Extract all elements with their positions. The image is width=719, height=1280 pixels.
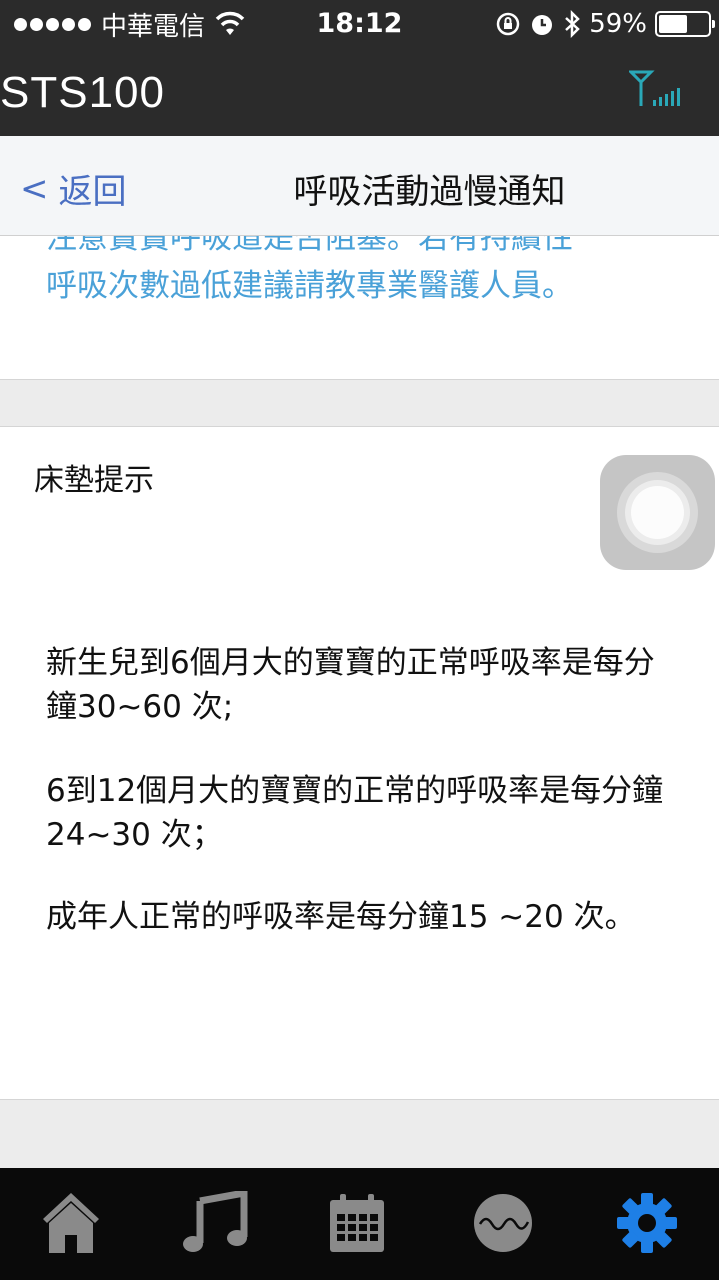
calendar-icon [330,1194,384,1252]
battery-icon [655,11,715,37]
status-bar: 中華電信 18:12 59% [0,0,719,48]
alert-card: 注意寶寶呼吸道是否阻塞。若有持續性 呼吸次數過低建議請教專業醫護人員。 [0,236,719,380]
antenna-signal-icon[interactable] [629,68,685,108]
gear-icon [617,1193,677,1253]
battery-fill [659,15,687,33]
page-title: 呼吸活動過慢通知 [293,172,566,212]
app-title: STS100 [0,68,165,117]
tab-music[interactable] [170,1178,260,1268]
tip-paragraph-newborn: 新生兒到6個月大的寶寶的正常呼吸率是每分鐘30~60 次; [46,645,655,725]
alert-text-line: 呼吸次數過低建議請教專業醫護人員。 [46,268,573,304]
alert-text-line-partial: 注意寶寶呼吸道是否阻塞。若有持續性 [46,236,573,256]
tips-label: 床墊提示 [34,463,154,498]
content-scroll[interactable]: 注意寶寶呼吸道是否阻塞。若有持續性 呼吸次數過低建議請教專業醫護人員。 床墊提示… [0,236,719,1168]
alert-text: 注意寶寶呼吸道是否阻塞。若有持續性 呼吸次數過低建議請教專業醫護人員。 [46,236,686,310]
tab-settings[interactable] [602,1178,692,1268]
battery-percent: 59% [589,9,647,39]
status-right: 59% [495,8,715,40]
wave-icon [474,1194,532,1252]
section-separator [0,380,719,426]
navigation-bar: < 返回 呼吸活動過慢通知 [0,136,719,236]
tab-bar [0,1168,719,1280]
music-icon [183,1191,248,1252]
rotation-lock-icon [496,12,520,36]
tip-paragraph-adult: 成年人正常的呼吸率是每分鐘15 ~20 次。 [46,899,636,935]
tab-wave[interactable] [458,1178,548,1268]
tab-home[interactable] [26,1178,116,1268]
bluetooth-icon [565,10,581,38]
app-header: STS100 [0,48,719,136]
alarm-icon [532,15,553,35]
tip-paragraph-infant: 6到12個月大的寶寶的正常的呼吸率是每分鐘24~30 次； [46,773,664,853]
home-icon [43,1193,99,1253]
assistive-touch-button[interactable] [600,455,715,570]
tab-calendar[interactable] [312,1178,402,1268]
